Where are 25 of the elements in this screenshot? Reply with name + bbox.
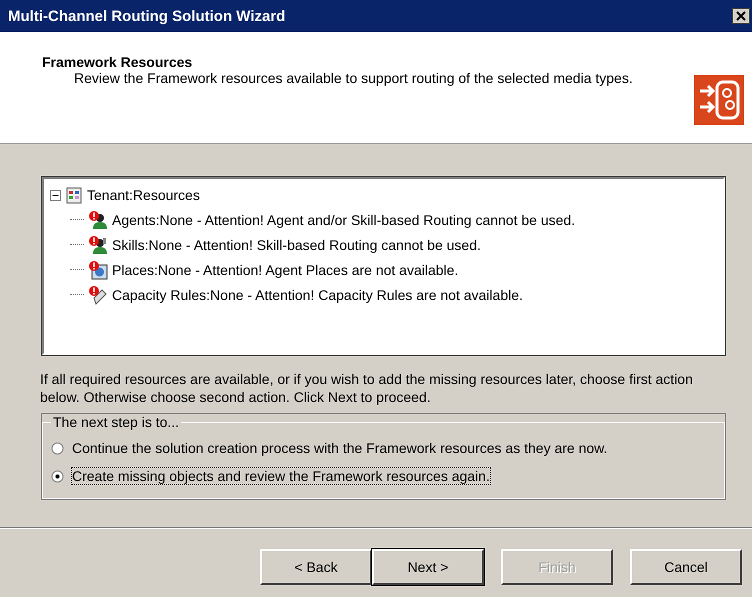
radio-button[interactable] <box>51 470 64 482</box>
wizard-button[interactable]: Cancel <box>630 549 742 585</box>
wizard-button[interactable]: < Back <box>260 549 372 585</box>
tenant-icon <box>65 186 83 204</box>
tree-item[interactable]: Capacity Rules:None - Attention! Capacity Rules are not available. <box>112 286 523 302</box>
radio-label[interactable]: Continue the solution creation process with the Framework resources as they are now. <box>72 440 608 456</box>
close-icon[interactable] <box>732 8 750 24</box>
warning-resource-icon <box>88 210 108 230</box>
page-subtitle: Review the Framework resources available to support routing of the selected media types. <box>74 70 634 87</box>
warning-resource-icon <box>88 284 108 304</box>
instructions-text: If all required resources are available, or if you wish to add the missing resources later, choose first action below. Otherwise choose second action. Click Next to proceed. <box>40 370 694 406</box>
window-title: Multi-Channel Routing Solution Wizard <box>8 8 286 24</box>
tree-item[interactable]: Skills:None - Attention! Skill-based Routing cannot be used. <box>112 236 481 252</box>
tree-item[interactable]: Places:None - Attention! Agent Places are not available. <box>112 262 458 278</box>
warning-resource-icon <box>88 260 108 280</box>
wizard-button[interactable]: Next > <box>372 549 484 585</box>
tree-item[interactable]: Tenant:Resources <box>87 187 200 203</box>
warning-resource-icon <box>88 234 108 254</box>
routing-logo-icon <box>694 75 744 125</box>
radio-button[interactable] <box>51 442 64 454</box>
group-label: The next step is to... <box>52 414 180 430</box>
page-title: Framework Resources <box>42 54 194 70</box>
collapse-icon[interactable] <box>50 190 61 200</box>
radio-label[interactable]: Create missing objects and review the Framework resources again. <box>72 468 490 484</box>
tree-item[interactable]: Agents:None - Attention! Agent and/or Skill-based Routing cannot be used. <box>112 212 576 228</box>
